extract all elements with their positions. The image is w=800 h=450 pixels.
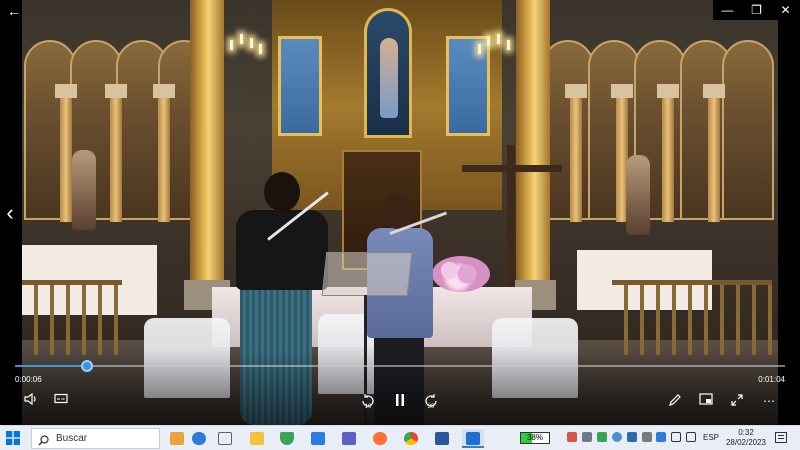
column-capital [565, 84, 587, 98]
flutist-head [264, 172, 300, 212]
taskbar: Buscar 38% ESP 0:32 28/02/2023 [0, 425, 800, 450]
shield-tray-icon[interactable] [582, 432, 592, 442]
current-time: 0:00:06 [15, 375, 42, 384]
file-explorer-icon[interactable] [246, 429, 268, 448]
clock[interactable]: 0:32 28/02/2023 [724, 428, 768, 448]
clock-time: 0:32 [738, 428, 754, 437]
display-tray-icon[interactable] [642, 432, 652, 442]
chandelier [226, 30, 266, 90]
speaker-icon[interactable] [686, 432, 696, 442]
battery-percent: 38% [526, 433, 543, 442]
firefox-icon[interactable] [369, 429, 391, 448]
saint-statue [72, 150, 96, 230]
skip-forward-button[interactable]: 30 [420, 392, 442, 410]
search-icon [38, 433, 49, 450]
bluetooth-tray-icon[interactable] [656, 432, 666, 442]
column [158, 92, 170, 222]
music-stand [321, 252, 413, 296]
previous-chevron-icon[interactable]: ‹ [2, 200, 18, 226]
edit-pencil-icon[interactable] [666, 392, 684, 410]
seek-bar-progress [15, 365, 88, 367]
battery-indicator[interactable]: 38% [520, 432, 550, 444]
subtitles-icon[interactable] [52, 392, 70, 410]
angel-panel [278, 36, 322, 136]
window-controls: — ❐ ✕ [713, 0, 800, 20]
skip-forward-seconds: 30 [427, 404, 435, 410]
skip-back-button[interactable]: 10 [357, 392, 379, 410]
chrome-icon[interactable] [400, 429, 422, 448]
column-capital [105, 84, 127, 98]
crucifix-bar [462, 165, 562, 172]
volume-icon[interactable] [22, 392, 40, 410]
column-capital [703, 84, 725, 98]
skip-back-seconds: 10 [364, 404, 372, 410]
maximize-button[interactable]: ❐ [742, 0, 771, 20]
mail-icon[interactable] [307, 429, 329, 448]
wifi-icon[interactable] [671, 432, 681, 442]
saint-statue [626, 155, 650, 235]
bluetooth-share-icon[interactable] [188, 429, 210, 448]
chandelier [474, 30, 514, 90]
word-icon[interactable] [431, 429, 453, 448]
flower-arrangement [432, 256, 490, 292]
teams-icon[interactable] [338, 429, 360, 448]
flutist-body [236, 210, 328, 290]
back-button[interactable]: ← [4, 2, 24, 20]
column-capital [611, 84, 633, 98]
mini-view-icon[interactable] [697, 392, 715, 410]
task-view-icon[interactable] [214, 429, 236, 448]
notification-icon[interactable] [775, 432, 787, 443]
language-indicator[interactable]: ESP [703, 433, 719, 442]
column [570, 92, 582, 222]
seek-bar[interactable] [15, 360, 785, 372]
column [60, 92, 72, 222]
antivirus-tray-icon[interactable] [567, 432, 577, 442]
more-options-icon[interactable]: ⋯ [760, 392, 778, 410]
pause-button[interactable] [392, 392, 408, 410]
column [110, 92, 122, 222]
clock-date: 28/02/2023 [725, 438, 767, 447]
widgets-icon[interactable] [166, 429, 188, 448]
column-capital [55, 84, 77, 98]
close-button[interactable]: ✕ [771, 0, 800, 20]
windows-start-icon[interactable] [6, 431, 20, 445]
security-shield-icon[interactable] [276, 429, 298, 448]
movies-tv-icon[interactable] [462, 429, 484, 448]
column-capital [153, 84, 175, 98]
fullscreen-icon[interactable] [728, 392, 746, 410]
column-capital [657, 84, 679, 98]
search-placeholder: Buscar [56, 433, 88, 444]
golden-pillar [516, 0, 550, 310]
cloud-tray-icon[interactable] [612, 432, 622, 442]
column [708, 92, 720, 222]
boy-head [382, 193, 412, 229]
column [662, 92, 674, 222]
altar-railing [22, 280, 122, 355]
church-arch [722, 40, 774, 220]
onedrive-tray-icon[interactable] [627, 432, 637, 442]
golden-pillar [190, 0, 224, 310]
minimize-button[interactable]: — [713, 0, 742, 20]
altar-railing [612, 280, 772, 355]
virgin-statue [380, 38, 398, 118]
total-duration: 0:01:04 [758, 375, 785, 384]
taskbar-search-box[interactable]: Buscar [31, 428, 160, 449]
security-tray-icon[interactable] [597, 432, 607, 442]
controls-overlay [0, 350, 800, 425]
